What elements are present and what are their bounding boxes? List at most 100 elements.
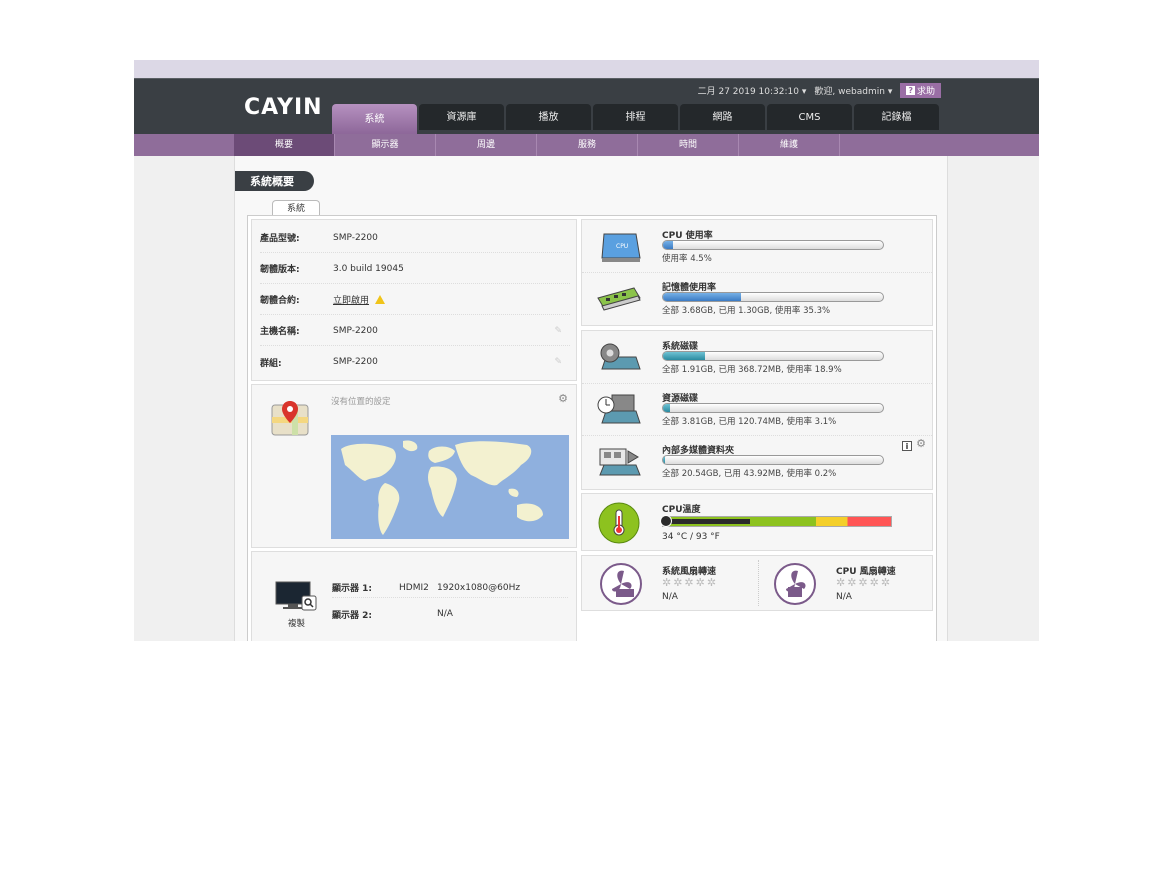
display-row-2: 顯示器 2: N/A bbox=[332, 604, 568, 624]
cpu-fan-value: N/A bbox=[836, 592, 852, 602]
edit-icon[interactable]: ✎ bbox=[554, 326, 562, 336]
content-area: 系統概要 系統 產品型號: SMP-2200 韌體版本: 3.0 build 190… bbox=[234, 156, 948, 641]
cpu-meter: CPU 使用率 使用率 4.5% bbox=[662, 228, 952, 264]
subnav-peripherals[interactable]: 周邊 bbox=[436, 134, 537, 156]
location-text: 沒有位置的設定 bbox=[331, 397, 391, 407]
temperature-text: 34 °C / 93 °F bbox=[662, 532, 720, 542]
subnav-display[interactable]: 顯示器 bbox=[335, 134, 436, 156]
media-folder-text: 全部 20.54GB, 已用 43.92MB, 使用率 0.2% bbox=[662, 469, 837, 479]
resource-disk-meter: 資源磁碟 全部 3.81GB, 已用 120.74MB, 使用率 3.1% bbox=[662, 391, 952, 427]
cpu-bar-fill bbox=[663, 241, 673, 249]
divider bbox=[582, 435, 932, 436]
info-label: 韌體版本: bbox=[260, 265, 300, 275]
tab-cms[interactable]: CMS bbox=[767, 104, 852, 130]
page-title: 系統概要 bbox=[235, 171, 314, 191]
system-fan-value: N/A bbox=[662, 592, 678, 602]
media-folder-icon bbox=[596, 443, 642, 479]
sub-nav: 概要 顯示器 周邊 服務 時間 維護 bbox=[134, 134, 1039, 156]
chevron-down-icon: ▾ bbox=[887, 87, 893, 97]
svg-text:CPU: CPU bbox=[616, 243, 628, 250]
datetime-dropdown[interactable]: 二月 27 2019 10:32:10 ▾ bbox=[698, 84, 807, 97]
warning-icon bbox=[375, 295, 386, 304]
tab-library[interactable]: 資源庫 bbox=[419, 104, 504, 130]
subnav-services[interactable]: 服務 bbox=[537, 134, 638, 156]
activate-link[interactable]: 立即啟用 bbox=[333, 293, 369, 306]
subnav-maintenance[interactable]: 維護 bbox=[739, 134, 840, 156]
gear-icon[interactable]: ⚙ bbox=[916, 437, 926, 450]
tab-schedule[interactable]: 排程 bbox=[593, 104, 678, 130]
cpu-icon: CPU bbox=[598, 230, 644, 266]
info-row-contract: 韌體合約: 立即啟用 bbox=[260, 285, 570, 315]
gear-icon[interactable]: ⚙ bbox=[558, 392, 568, 405]
header-bar: CAYIN 二月 27 2019 10:32:10 ▾ 歡迎, webadmin… bbox=[134, 78, 1039, 134]
info-icon[interactable]: i bbox=[902, 441, 912, 451]
map-pin-icon bbox=[270, 397, 310, 437]
app-window: CAYIN 二月 27 2019 10:32:10 ▾ 歡迎, webadmin… bbox=[134, 60, 1039, 641]
cayin-logo: CAYIN bbox=[244, 95, 323, 120]
resource-disk-text: 全部 3.81GB, 已用 120.74MB, 使用率 3.1% bbox=[662, 417, 837, 427]
temperature-gauge bbox=[660, 515, 892, 527]
monitor-icon bbox=[274, 580, 318, 614]
help-button[interactable]: ? 求助 bbox=[900, 83, 941, 98]
media-folder-bar-fill bbox=[663, 456, 666, 464]
info-value: SMP-2200 bbox=[333, 232, 378, 243]
chevron-down-icon: ▾ bbox=[801, 87, 807, 97]
cpu-bar bbox=[662, 240, 884, 250]
tab-system[interactable]: 系統 bbox=[332, 104, 417, 134]
top-strip bbox=[134, 60, 1039, 78]
world-map bbox=[331, 435, 569, 539]
system-fan-icon bbox=[600, 563, 642, 605]
cpu-text: 使用率 4.5% bbox=[662, 254, 712, 264]
resource-disk-icon bbox=[596, 391, 642, 427]
temperature-panel: CPU溫度 34 °C / 93 °F bbox=[581, 493, 933, 551]
user-dropdown[interactable]: 歡迎, webadmin ▾ bbox=[814, 84, 892, 97]
system-disk-icon bbox=[596, 339, 642, 375]
info-value: SMP-2200 bbox=[333, 357, 378, 367]
fan-panel: 系統風扇轉速 ✲✲✲✲✲ N/A CPU 風扇轉速 ✲✲✲✲✲ N/A bbox=[581, 555, 933, 611]
display-port: HDMI2 bbox=[399, 582, 429, 593]
temperature-title: CPU溫度 bbox=[662, 505, 701, 515]
system-disk-title: 系統磁碟 bbox=[662, 342, 699, 352]
tab-logs[interactable]: 記錄檔 bbox=[854, 104, 939, 130]
disk-panel: 系統磁碟 全部 1.91GB, 已用 368.72MB, 使用率 18.9% 資… bbox=[581, 330, 933, 490]
info-value: SMP-2200 bbox=[333, 325, 378, 336]
subnav-overview[interactable]: 概要 bbox=[234, 134, 335, 156]
system-disk-text: 全部 1.91GB, 已用 368.72MB, 使用率 18.9% bbox=[662, 365, 842, 375]
welcome-text: 歡迎, webadmin bbox=[814, 87, 885, 97]
subnav-time[interactable]: 時間 bbox=[638, 134, 739, 156]
display-mode: 複製 bbox=[288, 619, 306, 629]
system-disk-bar-fill bbox=[663, 352, 705, 360]
memory-icon bbox=[596, 284, 642, 320]
main-tabs: 系統 資源庫 播放 排程 網路 CMS 記錄檔 bbox=[332, 104, 939, 134]
info-label: 主機名稱: bbox=[260, 327, 300, 337]
media-folder-bar bbox=[662, 455, 884, 465]
info-row-firmware: 韌體版本: 3.0 build 19045 bbox=[260, 254, 570, 284]
display-panel: 複製 顯示器 1: HDMI2 1920x1080@60Hz 顯示器 2: N/… bbox=[251, 551, 577, 641]
system-disk-meter: 系統磁碟 全部 1.91GB, 已用 368.72MB, 使用率 18.9% bbox=[662, 339, 952, 375]
display-resolution: 1920x1080@60Hz bbox=[437, 582, 521, 593]
memory-meter: 記憶體使用率 全部 3.68GB, 已用 1.30GB, 使用率 35.3% bbox=[662, 280, 952, 316]
edit-icon[interactable]: ✎ bbox=[554, 357, 562, 367]
resource-disk-bar-fill bbox=[663, 404, 670, 412]
datetime-text: 二月 27 2019 10:32:10 bbox=[697, 87, 799, 97]
help-icon: ? bbox=[906, 86, 915, 95]
cpu-fan-icon bbox=[774, 563, 816, 605]
display-value: N/A bbox=[437, 609, 453, 619]
info-row-group: 群組: SMP-2200 ✎ bbox=[260, 347, 570, 377]
info-label: 產品型號: bbox=[260, 234, 300, 244]
memory-bar-fill bbox=[663, 293, 741, 301]
display-label: 顯示器 2: bbox=[332, 610, 372, 621]
gauge-knob bbox=[660, 515, 672, 527]
tab-play[interactable]: 播放 bbox=[506, 104, 591, 130]
temperature-gauge-fill bbox=[663, 519, 750, 524]
location-panel: 沒有位置的設定 ⚙ bbox=[251, 384, 577, 548]
resource-disk-title: 資源磁碟 bbox=[662, 394, 699, 404]
thermometer-icon bbox=[598, 502, 640, 544]
memory-bar bbox=[662, 292, 884, 302]
divider bbox=[582, 383, 932, 384]
info-row-hostname: 主機名稱: SMP-2200 ✎ bbox=[260, 316, 570, 346]
system-fan-indicators: ✲✲✲✲✲ bbox=[662, 576, 719, 589]
help-label: 求助 bbox=[916, 87, 935, 97]
info-label: 韌體合約: bbox=[260, 296, 300, 306]
tab-network[interactable]: 網路 bbox=[680, 104, 765, 130]
